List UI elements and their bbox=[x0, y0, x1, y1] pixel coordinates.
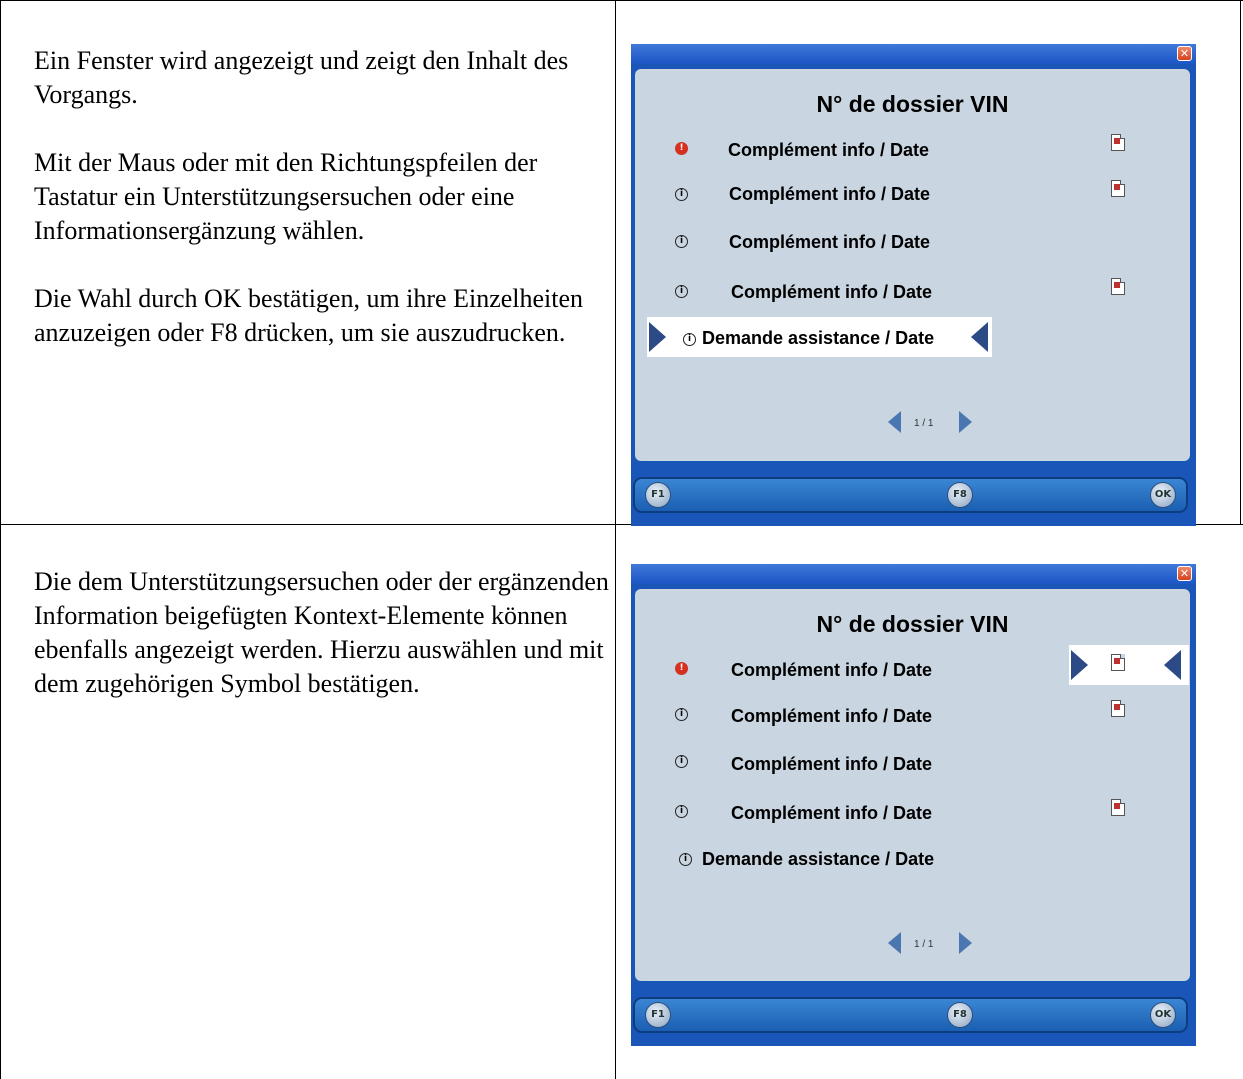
row1-paragraph-2: Mit der Maus oder mit den Richtungspfeil… bbox=[34, 148, 538, 245]
page-indicator: 1 / 1 bbox=[914, 939, 934, 950]
table-border-left bbox=[0, 0, 1, 1079]
window-titlebar: ✕ bbox=[631, 564, 1196, 584]
selection-arrow-left-icon bbox=[971, 322, 988, 352]
app-window-1: ✕ N° de dossier VIN ! Complément info / … bbox=[631, 44, 1196, 526]
list-item[interactable]: Complément info / Date bbox=[729, 232, 930, 253]
list-item[interactable]: Complément info / Date bbox=[731, 754, 932, 775]
attachment-icon[interactable] bbox=[1111, 799, 1125, 816]
attachment-icon[interactable] bbox=[1111, 278, 1125, 295]
window-titlebar: ✕ bbox=[631, 44, 1196, 64]
page-prev-icon[interactable] bbox=[888, 411, 901, 433]
table-border-right bbox=[1240, 0, 1241, 525]
content-panel: N° de dossier VIN ! Complément info / Da… bbox=[635, 589, 1190, 981]
row1-paragraph-1: Ein Fenster wird angezeigt und zeigt den… bbox=[34, 46, 569, 109]
list-item[interactable]: Complément info / Date bbox=[731, 706, 932, 727]
list-item[interactable]: Complément info / Date bbox=[731, 660, 932, 681]
info-icon: i bbox=[679, 853, 692, 866]
ok-button[interactable]: OK bbox=[1150, 1002, 1176, 1028]
window-frame: N° de dossier VIN ! Complément info / Da… bbox=[631, 64, 1196, 526]
back-button[interactable]: F1 bbox=[645, 1002, 671, 1028]
selection-arrow-right-icon bbox=[1071, 650, 1088, 680]
print-button[interactable]: F8 bbox=[947, 1002, 973, 1028]
ok-button[interactable]: OK bbox=[1150, 482, 1176, 508]
page-next-icon[interactable] bbox=[959, 411, 972, 433]
footer-bar: F1 F8 OK bbox=[633, 997, 1188, 1033]
info-icon: i bbox=[675, 708, 688, 721]
app-window-2: ✕ N° de dossier VIN ! Complément info / … bbox=[631, 564, 1196, 1046]
dossier-heading: N° de dossier VIN bbox=[816, 611, 1009, 637]
alert-icon: ! bbox=[675, 662, 688, 675]
row1-description: Ein Fenster wird angezeigt und zeigt den… bbox=[34, 44, 604, 384]
back-button[interactable]: F1 bbox=[645, 482, 671, 508]
row2-paragraph-1: Die dem Unterstützungsersuchen oder der … bbox=[34, 567, 609, 698]
row1-paragraph-3: Die Wahl durch OK bestätigen, um ihre Ei… bbox=[34, 284, 584, 347]
footer-toolbar: F1 F8 OK bbox=[631, 984, 1196, 1046]
list-item[interactable]: Complément info / Date bbox=[729, 184, 930, 205]
close-icon[interactable]: ✕ bbox=[1177, 566, 1192, 581]
info-icon: i bbox=[675, 235, 688, 248]
close-icon[interactable]: ✕ bbox=[1177, 46, 1192, 61]
info-icon: i bbox=[683, 333, 696, 346]
table-border-top bbox=[0, 0, 1243, 1]
selection-arrow-right-icon bbox=[649, 322, 666, 352]
content-panel: N° de dossier VIN ! Complément info / Da… bbox=[635, 69, 1190, 461]
list-item[interactable]: Complément info / Date bbox=[731, 282, 932, 303]
list-item-selected[interactable]: Demande assistance / Date bbox=[702, 328, 934, 349]
attachment-icon[interactable] bbox=[1111, 134, 1125, 151]
alert-icon: ! bbox=[675, 142, 688, 155]
list-item[interactable]: Complément info / Date bbox=[728, 140, 929, 161]
list-item[interactable]: Complément info / Date bbox=[731, 803, 932, 824]
dossier-heading: N° de dossier VIN bbox=[816, 91, 1009, 117]
row2-description: Die dem Unterstützungsersuchen oder der … bbox=[34, 565, 609, 735]
page-prev-icon[interactable] bbox=[888, 932, 901, 954]
footer-bar: F1 F8 OK bbox=[633, 477, 1188, 513]
attachment-icon[interactable] bbox=[1111, 700, 1125, 717]
info-icon: i bbox=[675, 755, 688, 768]
info-icon: i bbox=[675, 285, 688, 298]
window-frame: N° de dossier VIN ! Complément info / Da… bbox=[631, 584, 1196, 1046]
attachment-icon-selected[interactable] bbox=[1111, 654, 1125, 671]
footer-toolbar: F1 F8 OK bbox=[631, 464, 1196, 526]
attachment-icon[interactable] bbox=[1111, 180, 1125, 197]
page-indicator: 1 / 1 bbox=[914, 418, 934, 429]
selection-arrow-left-icon bbox=[1164, 650, 1181, 680]
list-item[interactable]: Demande assistance / Date bbox=[702, 849, 934, 870]
info-icon: i bbox=[675, 188, 688, 201]
page-next-icon[interactable] bbox=[959, 932, 972, 954]
column-divider bbox=[615, 0, 616, 1079]
print-button[interactable]: F8 bbox=[947, 482, 973, 508]
info-icon: i bbox=[675, 805, 688, 818]
